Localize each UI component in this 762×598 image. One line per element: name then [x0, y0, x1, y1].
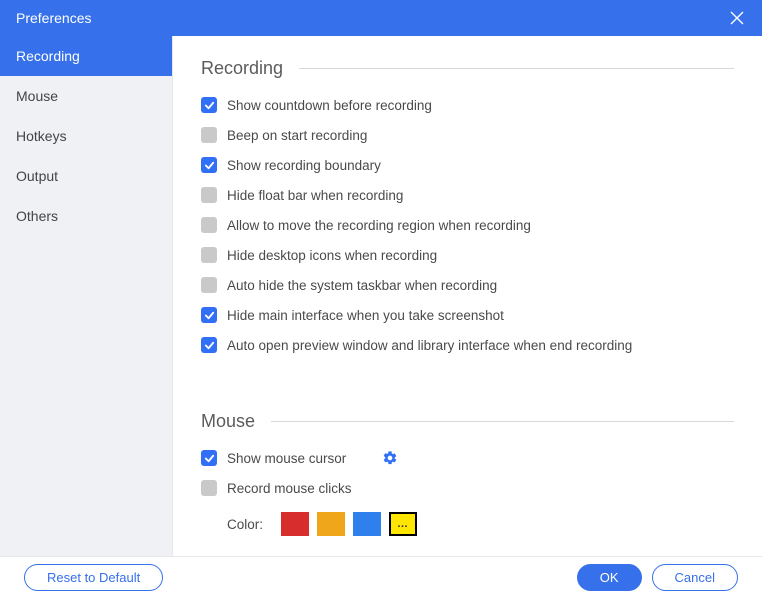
section-title-mouse: Mouse	[201, 411, 734, 432]
checkbox[interactable]	[201, 307, 217, 323]
sidebar-item-recording[interactable]: Recording	[0, 36, 172, 76]
main-panel: Recording Show countdown before recordin…	[173, 36, 762, 556]
option-label: Hide main interface when you take screen…	[227, 308, 504, 323]
option-label: Show countdown before recording	[227, 98, 432, 113]
option-label: Hide desktop icons when recording	[227, 248, 437, 263]
sidebar-item-mouse[interactable]: Mouse	[0, 76, 172, 116]
sidebar-item-label: Hotkeys	[16, 128, 67, 144]
checkbox[interactable]	[201, 97, 217, 113]
checkbox[interactable]	[201, 337, 217, 353]
sidebar: Recording Mouse Hotkeys Output Others	[0, 36, 173, 556]
option-row: Hide main interface when you take screen…	[201, 307, 734, 323]
sidebar-item-label: Output	[16, 168, 58, 184]
option-row: Auto hide the system taskbar when record…	[201, 277, 734, 293]
section-title-text: Recording	[201, 58, 283, 79]
option-label: Allow to move the recording region when …	[227, 218, 531, 233]
option-row: Auto open preview window and library int…	[201, 337, 734, 353]
option-row: Hide float bar when recording	[201, 187, 734, 203]
section-divider	[271, 421, 734, 422]
reset-button[interactable]: Reset to Default	[24, 564, 163, 591]
section-title-recording: Recording	[201, 58, 734, 79]
option-label: Beep on start recording	[227, 128, 367, 143]
option-label: Hide float bar when recording	[227, 188, 403, 203]
titlebar: Preferences	[0, 0, 762, 36]
option-label: Show recording boundary	[227, 158, 381, 173]
option-row: Allow to move the recording region when …	[201, 217, 734, 233]
option-row: Hide desktop icons when recording	[201, 247, 734, 263]
checkbox[interactable]	[201, 480, 217, 496]
option-row: Show mouse cursor	[201, 450, 734, 466]
body: Recording Mouse Hotkeys Output Others Re…	[0, 36, 762, 556]
sidebar-item-label: Mouse	[16, 88, 58, 104]
color-row: Color: …	[227, 512, 734, 536]
checkbox[interactable]	[201, 277, 217, 293]
option-label: Show mouse cursor	[227, 451, 346, 466]
color-swatch[interactable]	[281, 512, 309, 536]
sidebar-item-label: Others	[16, 208, 58, 224]
cancel-button[interactable]: Cancel	[652, 564, 738, 591]
option-row: Show recording boundary	[201, 157, 734, 173]
checkbox[interactable]	[201, 187, 217, 203]
option-label: Auto hide the system taskbar when record…	[227, 278, 497, 293]
gear-icon[interactable]	[382, 450, 398, 466]
checkbox[interactable]	[201, 450, 217, 466]
close-icon[interactable]	[728, 9, 746, 27]
option-label: Record mouse clicks	[227, 481, 352, 496]
ok-button[interactable]: OK	[577, 564, 642, 591]
checkbox[interactable]	[201, 157, 217, 173]
option-row: Record mouse clicks	[201, 480, 734, 496]
option-row: Beep on start recording	[201, 127, 734, 143]
option-row: Show countdown before recording	[201, 97, 734, 113]
section-title-text: Mouse	[201, 411, 255, 432]
sidebar-item-label: Recording	[16, 48, 80, 64]
footer: Reset to Default OK Cancel	[0, 556, 762, 598]
checkbox[interactable]	[201, 127, 217, 143]
section-divider	[299, 68, 734, 69]
color-label: Color:	[227, 517, 263, 532]
window-title: Preferences	[16, 10, 91, 26]
checkbox[interactable]	[201, 217, 217, 233]
color-swatch[interactable]	[317, 512, 345, 536]
color-swatch[interactable]	[353, 512, 381, 536]
more-colors-button[interactable]: …	[389, 512, 417, 536]
sidebar-item-output[interactable]: Output	[0, 156, 172, 196]
sidebar-item-hotkeys[interactable]: Hotkeys	[0, 116, 172, 156]
sidebar-item-others[interactable]: Others	[0, 196, 172, 236]
checkbox[interactable]	[201, 247, 217, 263]
option-label: Auto open preview window and library int…	[227, 338, 632, 353]
